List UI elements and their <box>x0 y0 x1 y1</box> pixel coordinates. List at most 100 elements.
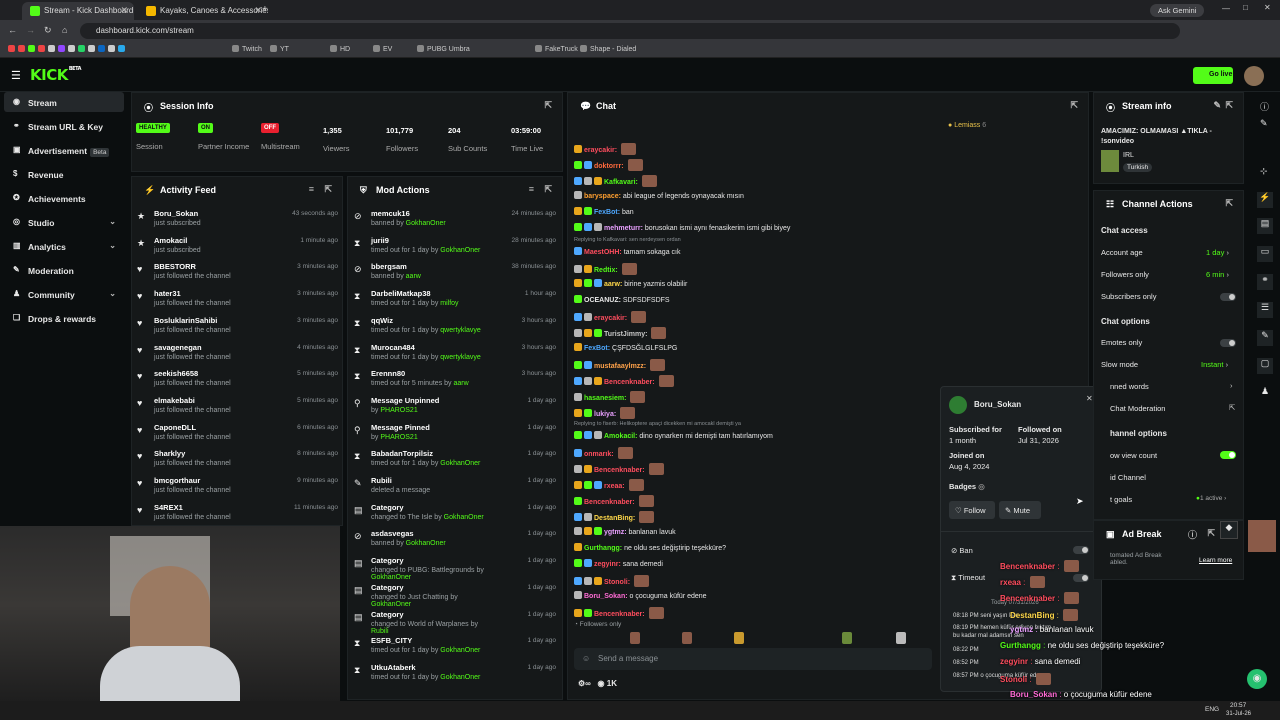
chat-message[interactable]: eraycakir: <box>574 311 647 323</box>
follow-button[interactable]: ♡ Follow <box>949 501 995 519</box>
sidebar-item-stream-url-key[interactable]: ⚭ Stream URL & Key <box>4 116 124 136</box>
ask-gemini-button[interactable]: Ask Gemini <box>1150 4 1205 17</box>
chat-input[interactable]: ☺ Send a message <box>574 648 932 670</box>
popout-icon[interactable]: ⇱ <box>1225 100 1233 111</box>
bolt-icon[interactable]: ⚡ <box>1257 192 1273 208</box>
mod-action-item[interactable]: ⧗ Murocan484 timed out for 1 day by qwerty… <box>354 343 491 361</box>
close-tab-icon[interactable]: ✕ <box>254 5 262 16</box>
emote-icon[interactable] <box>734 632 744 644</box>
window-icon[interactable]: ▢ <box>1257 358 1273 374</box>
moderator-link[interactable]: aarw <box>406 273 421 280</box>
chat-username[interactable]: Gurthangg <box>584 545 620 552</box>
chat-message[interactable]: DestanBing: <box>574 511 655 523</box>
emotes-only-toggle[interactable] <box>1220 339 1236 347</box>
chat-username[interactable]: TuristJimmy <box>604 331 645 338</box>
activity-item[interactable]: ♥ CaponeDLL just followed the channel <box>137 423 231 441</box>
chat-message[interactable]: Amokacil: dino oynarken mi demişti tam h… <box>574 431 773 440</box>
chat-username[interactable]: aarw <box>604 281 620 288</box>
bookmark-pubg[interactable]: PUBG Umbra <box>417 45 470 55</box>
chat-username[interactable]: Stonoli <box>604 579 628 586</box>
chat-username[interactable]: Bencenknaber <box>594 467 642 474</box>
chat-message[interactable]: mehmeturr: borusokan ismi aynı fenasiker… <box>574 223 790 232</box>
edit-icon[interactable]: ✎ <box>1213 100 1221 111</box>
activity-item[interactable]: ★ Boru_Sokan just subscribed <box>137 209 201 227</box>
emote-bar[interactable] <box>578 632 908 644</box>
chat-username[interactable]: Kafkavari <box>604 179 636 186</box>
followers-only-value[interactable]: 6 min › <box>1206 270 1229 279</box>
subscribers-only-toggle[interactable] <box>1220 293 1236 301</box>
url-field[interactable]: dashboard.kick.com/stream <box>80 23 1180 39</box>
chat-message[interactable]: mustafaaylmzz: <box>574 359 666 371</box>
sidebar-item-analytics[interactable]: ▥ Analytics ⌄ <box>4 236 124 256</box>
moderator-link[interactable]: aarw <box>454 380 469 387</box>
activity-item[interactable]: ♥ savagenegan just followed the channel <box>137 343 231 361</box>
bookmark-shape[interactable]: Shape - Dialed <box>580 45 636 55</box>
id-channel-setting[interactable]: id Channel <box>1110 473 1146 482</box>
chat-message[interactable]: onmarık: <box>574 447 633 459</box>
wrench-icon[interactable]: ✎ <box>1257 330 1273 346</box>
mod-action-item[interactable]: ✎ Rubili deleted a message <box>354 476 491 494</box>
mod-action-item[interactable]: ⧗ BabadanTorpilsiz timed out for 1 day by … <box>354 449 491 467</box>
slow-mode-setting[interactable]: Slow mode <box>1101 360 1138 369</box>
ban-toggle[interactable] <box>1073 546 1089 554</box>
maximize-icon[interactable]: □ <box>1243 3 1248 12</box>
mod-action-item[interactable]: ⧗ Erennn80 timed out for 5 minutes by aarw <box>354 369 491 387</box>
timeout-toggle[interactable] <box>1073 574 1089 582</box>
chat-username[interactable]: DestanBing <box>594 515 633 522</box>
chat-username[interactable]: rxeaa <box>604 483 622 490</box>
mod-action-item[interactable]: ⊘ bbergsam banned by aarw <box>354 262 491 280</box>
bookmark-yt[interactable]: YT <box>270 45 289 55</box>
chat-username[interactable]: Redtix <box>594 267 615 274</box>
mod-action-item[interactable]: ⚲ Message Pinned by PHAROS21 <box>354 423 491 441</box>
moderator-link[interactable]: PHAROS21 <box>380 407 417 414</box>
chat-message[interactable]: TuristJimmy: <box>574 327 667 339</box>
chat-username[interactable]: Bencenknaber <box>594 611 642 618</box>
sidebar-item-achievements[interactable]: ✪ Achievements <box>4 188 124 208</box>
moderator-link[interactable]: GokhanOner <box>440 647 480 654</box>
mod-action-item[interactable]: ⧗ UtkuAtaberk timed out for 1 day by Gokha… <box>354 663 491 681</box>
crosshair-icon[interactable]: ⊹ <box>1260 166 1268 177</box>
minimize-icon[interactable]: — <box>1222 4 1230 13</box>
chat-username[interactable]: hasanesiem <box>584 395 624 402</box>
activity-item[interactable]: ★ Amokacil just subscribed <box>137 236 201 254</box>
activity-item[interactable]: ♥ BBESTORR just followed the channel <box>137 262 231 280</box>
chat-message[interactable]: Bencenknaber: <box>574 607 664 619</box>
chat-message[interactable]: Bencenknaber: <box>574 463 664 475</box>
followers-only-setting[interactable]: Followers only <box>1101 270 1149 279</box>
chat-username[interactable]: Bencenknaber <box>604 379 652 386</box>
chat-username[interactable]: Bencenknaber <box>584 499 632 506</box>
chat-username[interactable]: eraycakir <box>594 315 625 322</box>
chat-username[interactable]: OCEANUZ <box>584 297 619 304</box>
help-icon[interactable]: ◉ <box>1247 669 1267 689</box>
home-icon[interactable]: ⌂ <box>62 25 67 35</box>
bookmark-faketruck[interactable]: FakeTruck <box>535 45 578 55</box>
mod-action-item[interactable]: ⚲ Message Unpinned by PHAROS21 <box>354 396 491 414</box>
chat-message[interactable]: MaestOHH: tamam sokaga cık <box>574 247 681 256</box>
timeout-option[interactable]: ⧗ Timeout <box>951 573 985 583</box>
chat-username[interactable]: mehmeturr <box>604 225 641 232</box>
moderator-link[interactable]: GokhanOner <box>440 460 480 467</box>
moderator-link[interactable]: GokhanOner <box>440 674 480 681</box>
chat-message[interactable]: hasanesiem: <box>574 391 646 403</box>
mod-action-item[interactable]: ⊘ asdasvegas banned by GokhanOner <box>354 529 491 547</box>
activity-item[interactable]: ♥ Sharklyy just followed the channel <box>137 449 231 467</box>
chat-message[interactable]: FexBot: ÇŞFDSĞLGLFSLPG <box>574 343 677 352</box>
clock[interactable]: 20:57 <box>1230 702 1246 709</box>
reload-icon[interactable]: ↻ <box>44 25 52 36</box>
chat-message[interactable]: Boru_Sokan: o çocuguma küfür edene <box>574 591 707 600</box>
external-link-icon[interactable]: ⇱ <box>1229 403 1235 412</box>
close-window-icon[interactable]: ✕ <box>1264 3 1271 12</box>
moderator-link[interactable]: milfoy <box>440 300 458 307</box>
tab-kick-dashboard[interactable]: Stream - Kick Dashboard ✕ <box>22 2 134 20</box>
link-icon[interactable]: ⚭ <box>1257 274 1273 290</box>
chat-message[interactable]: doktorrr: <box>574 159 643 171</box>
sidebar-item-studio[interactable]: ◎ Studio ⌄ <box>4 212 124 232</box>
popout-icon[interactable]: ⇱ <box>1225 198 1233 209</box>
sidebar-item-stream[interactable]: ◉ Stream <box>4 92 124 112</box>
chat-moderation-link[interactable]: Chat Moderation <box>1110 404 1165 413</box>
moderator-link[interactable]: Rubili <box>371 628 389 635</box>
forward-icon[interactable]: → <box>26 25 35 35</box>
chat-username[interactable]: baryspace <box>584 193 619 200</box>
chat-username[interactable]: zegyinr <box>594 561 619 568</box>
account-age-value[interactable]: 1 day › <box>1206 248 1229 257</box>
